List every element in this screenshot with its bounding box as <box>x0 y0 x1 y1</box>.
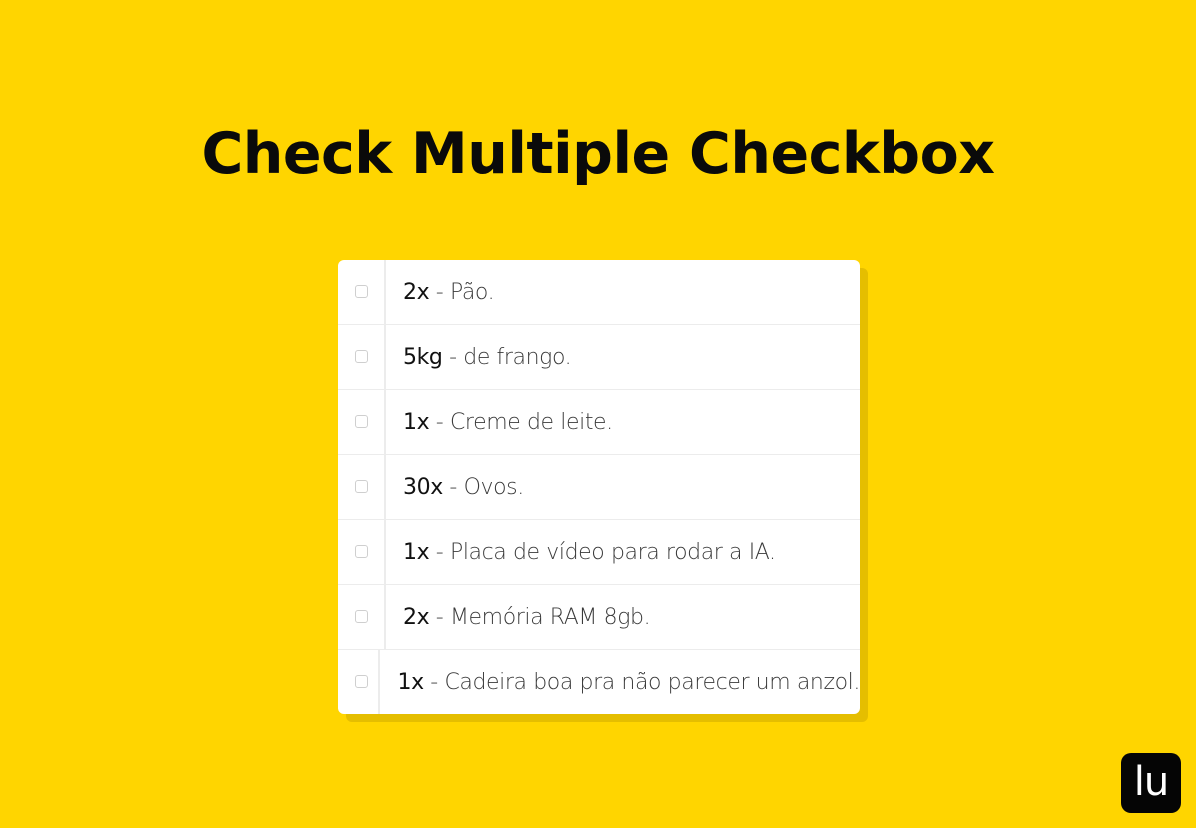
item-separator: - <box>423 670 445 695</box>
checkbox-cell[interactable] <box>338 455 386 519</box>
item-label[interactable]: 2x - Memória RAM 8gb. <box>386 604 651 630</box>
checkbox[interactable] <box>355 350 368 363</box>
checkbox-cell[interactable] <box>338 585 386 649</box>
logo: lu <box>1121 753 1181 813</box>
checkbox-cell[interactable] <box>338 520 386 584</box>
item-separator: - <box>429 279 450 305</box>
list-item[interactable]: 1x - Placa de vídeo para rodar a IA. <box>338 520 860 585</box>
checkbox-cell[interactable] <box>338 650 381 714</box>
item-label[interactable]: 1x - Placa de vídeo para rodar a IA. <box>386 540 776 565</box>
item-separator: - <box>442 474 464 500</box>
item-label[interactable]: 1x - Creme de leite. <box>386 410 613 435</box>
item-description: Ovos. <box>463 474 525 500</box>
item-description: de frango. <box>463 344 572 370</box>
item-quantity: 1x <box>397 670 424 695</box>
checklist-card: 2x - Pão. 5kg - de frango. 1x - Creme de… <box>338 260 860 714</box>
list-item[interactable]: 2x - Pão. <box>338 260 860 325</box>
item-description: Creme de leite. <box>449 409 613 435</box>
page-title: Check Multiple Checkbox <box>201 121 995 187</box>
checkbox[interactable] <box>355 285 368 298</box>
item-quantity: 2x <box>403 604 430 630</box>
list-item[interactable]: 2x - Memória RAM 8gb. <box>338 585 860 650</box>
item-quantity: 30x <box>403 474 443 500</box>
item-label[interactable]: 5kg - de frango. <box>386 344 572 370</box>
item-description: Placa de vídeo para rodar a IA. <box>449 539 776 565</box>
list-item[interactable]: 30x - Ovos. <box>338 455 860 520</box>
item-separator: - <box>429 539 450 565</box>
item-separator: - <box>442 344 464 370</box>
item-separator: - <box>429 409 450 435</box>
checkbox-cell[interactable] <box>338 325 386 389</box>
checkbox[interactable] <box>355 480 368 493</box>
item-description: Cadeira boa pra não parecer um anzol. <box>444 670 860 695</box>
list-item[interactable]: 1x - Creme de leite. <box>338 390 860 455</box>
item-quantity: 1x <box>403 539 430 565</box>
checkbox[interactable] <box>355 415 368 428</box>
item-label[interactable]: 2x - Pão. <box>386 279 495 305</box>
item-quantity: 5kg <box>403 344 443 370</box>
list-item[interactable]: 1x - Cadeira boa pra não parecer um anzo… <box>338 650 860 714</box>
checkbox[interactable] <box>355 675 368 688</box>
item-quantity: 1x <box>403 409 430 435</box>
item-label[interactable]: 1x - Cadeira boa pra não parecer um anzo… <box>380 670 860 695</box>
checkbox-cell[interactable] <box>338 260 386 324</box>
item-description: Pão. <box>449 279 495 305</box>
item-separator: - <box>429 604 450 630</box>
list-item[interactable]: 5kg - de frango. <box>338 325 860 390</box>
item-description: Memória RAM 8gb. <box>449 604 651 630</box>
item-label[interactable]: 30x - Ovos. <box>386 475 524 500</box>
checkbox[interactable] <box>355 610 368 623</box>
item-quantity: 2x <box>403 279 430 305</box>
checkbox-cell[interactable] <box>338 390 386 454</box>
checkbox[interactable] <box>355 545 368 558</box>
